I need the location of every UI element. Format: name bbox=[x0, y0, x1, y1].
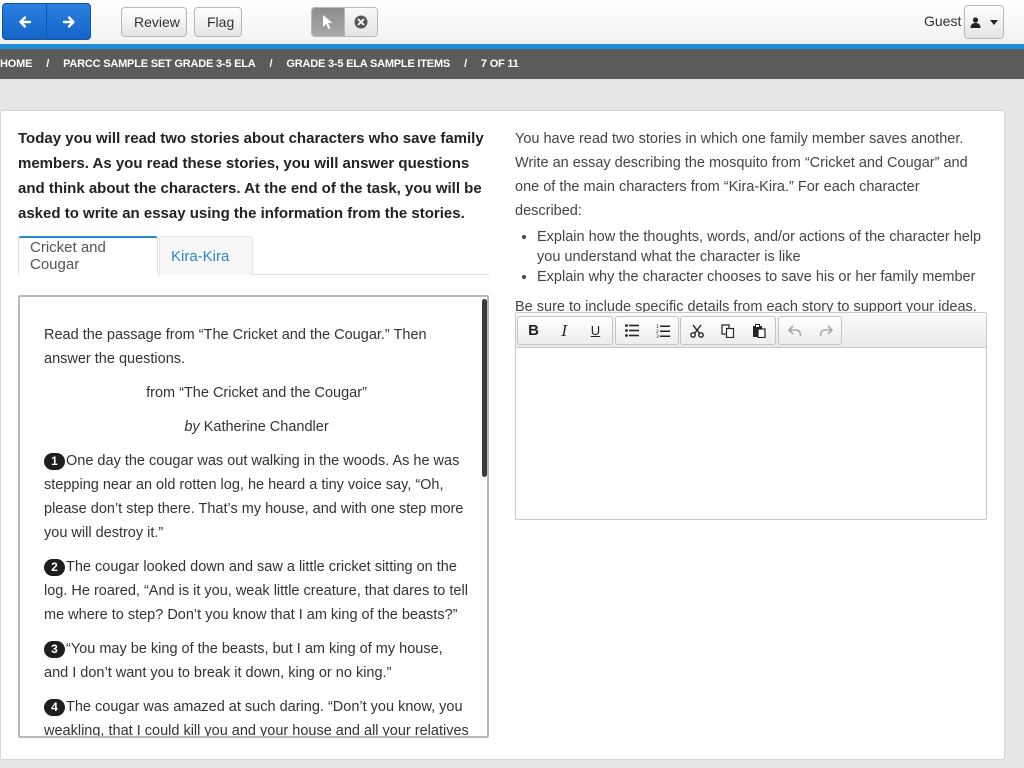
redo-button[interactable] bbox=[810, 317, 841, 344]
paragraph-number: 2 bbox=[44, 558, 65, 576]
bullet-list-icon bbox=[624, 324, 639, 337]
breadcrumb-separator: / bbox=[464, 58, 467, 70]
paragraph-text: One day the cougar was out walking in th… bbox=[44, 453, 464, 541]
tool-group bbox=[311, 7, 378, 37]
forward-button[interactable] bbox=[46, 4, 90, 39]
passage-tabs: Cricket and Cougar Kira-Kira bbox=[18, 236, 489, 275]
close-circle-icon bbox=[354, 15, 368, 29]
tab-cricket-and-cougar[interactable]: Cricket and Cougar bbox=[18, 236, 158, 275]
close-tool-button[interactable] bbox=[344, 8, 377, 36]
undo-button[interactable] bbox=[779, 317, 810, 344]
passage-paragraph: 1 One day the cougar was out walking in t… bbox=[44, 449, 469, 545]
prompt-bullet: Explain why the character chooses to sav… bbox=[537, 267, 990, 287]
essay-text-area[interactable] bbox=[516, 348, 986, 519]
paste-button[interactable] bbox=[743, 317, 774, 344]
essay-editor: B I U 1 2 3 bbox=[515, 312, 987, 520]
svg-text:3: 3 bbox=[656, 334, 659, 338]
italic-button[interactable]: I bbox=[549, 317, 580, 344]
paragraph-text: The cougar was amazed at such daring. “D… bbox=[44, 699, 469, 738]
paragraph-number: 4 bbox=[44, 698, 65, 716]
passage-title: from “The Cricket and the Cougar” bbox=[146, 385, 367, 401]
tab-kira-kira[interactable]: Kira-Kira bbox=[159, 236, 253, 275]
redo-icon bbox=[819, 324, 833, 336]
user-icon bbox=[970, 16, 981, 28]
navigation-group bbox=[2, 3, 91, 40]
history-group bbox=[778, 316, 842, 345]
breadcrumb-sample-set[interactable]: PARCC SAMPLE SET GRADE 3-5 ELA bbox=[63, 58, 256, 70]
passage-paragraph: 4 The cougar was amazed at such daring. “… bbox=[44, 695, 469, 738]
format-group: B I U bbox=[517, 316, 613, 345]
passage-paragraph: 3 “You may be king of the beasts, but I a… bbox=[44, 637, 469, 685]
prompt-text: You have read two stories in which one f… bbox=[515, 131, 968, 219]
passage-scrollbar[interactable] bbox=[482, 299, 487, 477]
copy-button[interactable] bbox=[712, 317, 743, 344]
prompt-bullet: Explain how the thoughts, words, and/or … bbox=[537, 227, 990, 267]
breadcrumb: HOME / PARCC SAMPLE SET GRADE 3-5 ELA / … bbox=[0, 49, 1024, 79]
passage-panel[interactable]: Read the passage from “The Cricket and t… bbox=[18, 295, 489, 738]
clipboard-group bbox=[680, 316, 776, 345]
paste-icon bbox=[752, 323, 766, 338]
passage-author: Katherine Chandler bbox=[203, 419, 329, 435]
review-button[interactable]: Review bbox=[121, 7, 187, 37]
copy-icon bbox=[720, 323, 734, 338]
flag-label: Flag bbox=[207, 14, 235, 30]
flag-button[interactable]: Flag bbox=[194, 7, 242, 37]
italic-icon: I bbox=[561, 321, 568, 340]
cut-button[interactable] bbox=[681, 317, 712, 344]
undo-icon bbox=[787, 324, 801, 336]
paragraph-text: “You may be king of the beasts, but I am… bbox=[44, 641, 443, 681]
essay-prompt: You have read two stories in which one f… bbox=[515, 127, 990, 319]
numbered-list-icon: 1 2 3 bbox=[656, 324, 670, 338]
top-toolbar: Review Flag Guest bbox=[0, 0, 1024, 44]
list-group: 1 2 3 bbox=[615, 316, 679, 345]
breadcrumb-sample-items[interactable]: GRADE 3-5 ELA SAMPLE ITEMS bbox=[286, 58, 450, 70]
breadcrumb-separator: / bbox=[269, 58, 273, 70]
review-label: Review bbox=[134, 14, 180, 30]
passage-content: Read the passage from “The Cricket and t… bbox=[44, 323, 469, 738]
task-intro: Today you will read two stories about ch… bbox=[18, 130, 484, 222]
back-button[interactable] bbox=[3, 4, 46, 39]
paragraph-number: 1 bbox=[44, 452, 65, 470]
editor-toolbar: B I U 1 2 3 bbox=[516, 313, 986, 348]
pointer-icon bbox=[323, 15, 333, 29]
passage-byline: by Katherine Chandler bbox=[44, 415, 469, 439]
breadcrumb-home[interactable]: HOME bbox=[0, 58, 32, 70]
breadcrumb-position: 7 OF 11 bbox=[480, 58, 519, 70]
chevron-down-icon bbox=[990, 19, 998, 25]
pointer-tool-button[interactable] bbox=[312, 8, 344, 36]
bullet-list-button[interactable] bbox=[616, 317, 647, 344]
passage-paragraph: 2 The cougar looked down and saw a little… bbox=[44, 555, 469, 627]
paragraph-text: The cougar looked down and saw a little … bbox=[44, 559, 468, 623]
paragraph-number: 3 bbox=[44, 640, 65, 658]
bold-button[interactable]: B bbox=[518, 317, 549, 344]
arrow-left-icon bbox=[18, 15, 31, 28]
arrow-right-icon bbox=[62, 15, 75, 28]
scissors-icon bbox=[689, 324, 704, 338]
passage-instruction: Read the passage from “The Cricket and t… bbox=[44, 327, 427, 367]
underline-icon: U bbox=[590, 323, 601, 338]
prompt-bullets: Explain how the thoughts, words, and/or … bbox=[515, 227, 990, 287]
user-menu-button[interactable] bbox=[964, 5, 1004, 39]
bold-icon: B bbox=[528, 322, 539, 339]
user-name: Guest bbox=[924, 13, 962, 29]
byline-prefix: by bbox=[184, 419, 200, 435]
underline-button[interactable]: U bbox=[580, 317, 611, 344]
breadcrumb-separator: / bbox=[46, 58, 50, 70]
numbered-list-button[interactable]: 1 2 3 bbox=[647, 317, 678, 344]
